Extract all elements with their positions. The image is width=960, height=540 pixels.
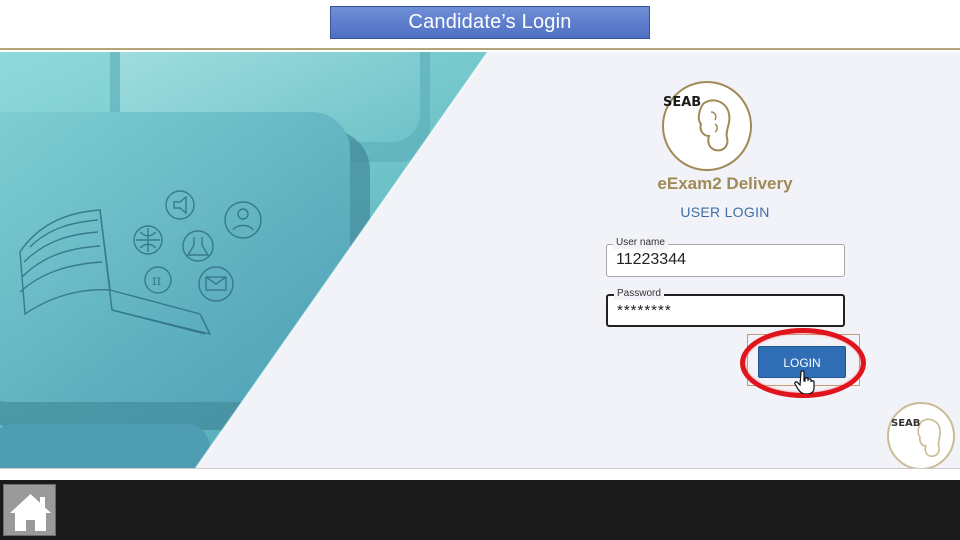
page-title: Candidate’s Login [330, 6, 650, 39]
hand-cursor-icon [794, 370, 815, 394]
password-label: Password [614, 288, 664, 300]
username-field[interactable]: User name 11223344 [606, 237, 845, 277]
password-value[interactable]: ******** [617, 302, 672, 319]
home-icon [10, 494, 51, 531]
login-panel: SEAB eExam2 Delivery USER LOGIN User nam… [560, 52, 960, 468]
username-label: User name [613, 237, 668, 249]
separator [0, 468, 960, 480]
username-value[interactable]: 11223344 [616, 251, 686, 269]
app-name: eExam2 Delivery [657, 174, 793, 193]
seab-watermark-logo: SEAB [887, 402, 955, 468]
login-heading: USER LOGIN [680, 204, 770, 220]
seab-logo-text: SEAB [663, 95, 701, 110]
svg-text:π: π [152, 273, 161, 289]
watermark-logo-text: SEAB [891, 418, 920, 429]
password-field[interactable]: Password ******** [606, 288, 845, 327]
bottom-nav-bar [0, 480, 960, 540]
home-button[interactable] [3, 484, 56, 536]
seab-logo: SEAB [662, 81, 752, 171]
login-screen: π SEAB eExam2 Delivery USER LOGIN User n… [0, 52, 960, 468]
top-bar: Candidate’s Login [0, 0, 960, 50]
